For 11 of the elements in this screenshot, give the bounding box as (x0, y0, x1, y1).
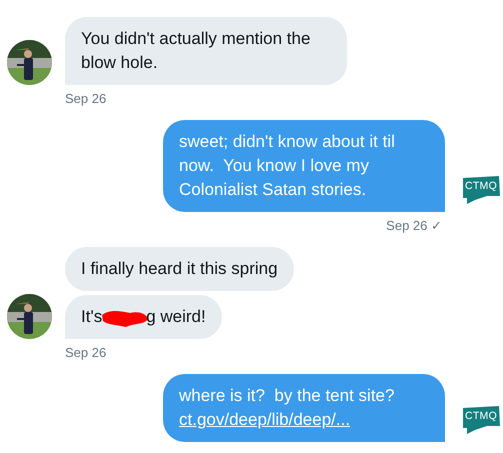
timestamp: Sep 26 (64, 91, 108, 106)
timestamp: Sep 26 (64, 345, 108, 360)
timestamp: Sep 26 ✓ (386, 218, 443, 233)
logo-text: CTMQ (464, 409, 498, 422)
message-bubble: You didn't actually mention the blow hole. (65, 17, 347, 85)
message-bubble: I finally heard it this spring (65, 247, 294, 291)
message-bubble: It's g weird! (65, 295, 222, 339)
message-bubble: where is it? by the tent site? ct.gov/deep/lib/deep/... (163, 374, 445, 442)
link[interactable]: ct.gov/deep/lib/deep/... (179, 410, 350, 429)
message-bubble: sweet; didn't know about it til now. You know I love my Colonialist Satan stories. (163, 120, 445, 212)
logo-text: CTMQ (464, 179, 498, 192)
